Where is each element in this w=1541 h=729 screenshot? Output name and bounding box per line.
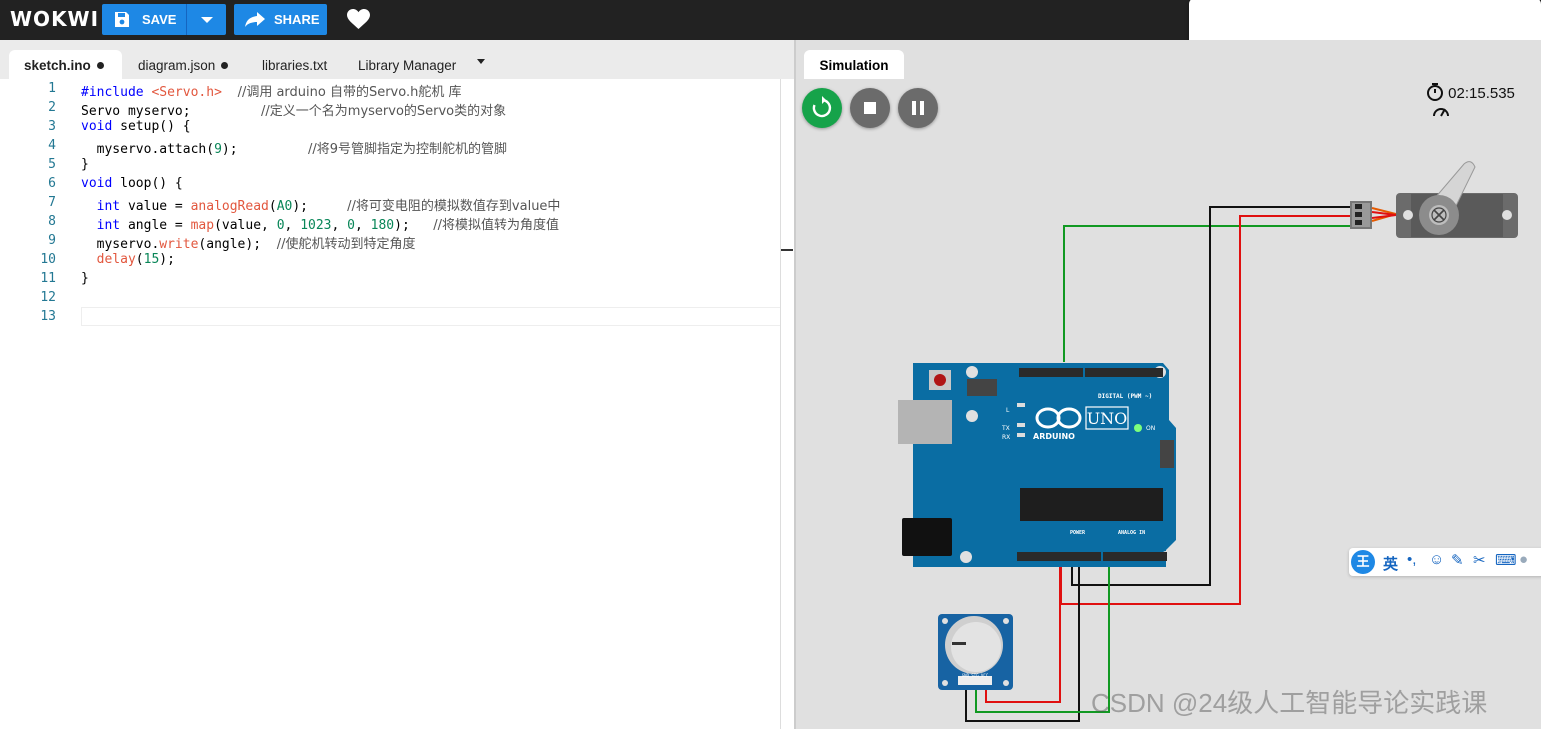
- share-arrow-icon: [245, 12, 265, 27]
- keyboard-icon[interactable]: ⌨: [1495, 551, 1517, 569]
- code-line[interactable]: void loop() {: [81, 176, 183, 191]
- heart-icon[interactable]: [347, 9, 370, 30]
- line-number: 7: [48, 195, 56, 210]
- potentiometer[interactable]: GND SIG VCC: [938, 614, 1013, 690]
- current-line-highlight: [81, 307, 793, 326]
- unsaved-dot-icon: [96, 62, 104, 69]
- tab-library-manager[interactable]: Library Manager: [358, 50, 468, 79]
- code-line[interactable]: #include <Servo.h> //调用 arduino 自带的Servo…: [81, 81, 461, 100]
- board-model-label: UNO: [1087, 409, 1128, 428]
- code-line[interactable]: delay(15);: [81, 252, 175, 267]
- line-number: 1: [48, 81, 56, 96]
- emoji-icon[interactable]: ☺: [1429, 551, 1444, 568]
- simulation-panel: Simulation 02:15.535 UNO ARDUINO DIGITAL…: [796, 40, 1541, 729]
- unsaved-dot-icon: [221, 62, 229, 69]
- code-line[interactable]: int value = analogRead(A0); //将可变电阻的模拟数值…: [81, 195, 561, 214]
- code-line[interactable]: Servo myservo; //定义一个名为myservo的Servo类的对象: [81, 100, 506, 119]
- tx-led-label: TX: [1001, 425, 1010, 432]
- editor-scrollbar[interactable]: [780, 79, 795, 729]
- wokwi-logo[interactable]: WOKWI: [10, 7, 99, 31]
- save-button[interactable]: SAVE: [102, 4, 226, 35]
- save-dropdown-button[interactable]: [186, 4, 226, 35]
- share-label: SHARE: [274, 12, 320, 27]
- share-button[interactable]: SHARE: [234, 4, 327, 35]
- ime-toolbar[interactable]: 王 英 •, ☺ ✎ ✂ ⌨ ●: [1349, 548, 1541, 576]
- tab-label: sketch.ino: [24, 58, 91, 73]
- digital-pins-label: DIGITAL (PWM ~): [1098, 393, 1152, 400]
- line-number: 10: [40, 252, 56, 267]
- code-line[interactable]: }: [81, 157, 89, 172]
- csdn-watermark: CSDN @24级人工智能导论实践课: [1091, 688, 1488, 718]
- user-icon[interactable]: ●: [1519, 551, 1528, 568]
- handwriting-icon[interactable]: ✎: [1451, 551, 1464, 569]
- code-line[interactable]: myservo.write(angle); //使舵机转动到特定角度: [81, 233, 416, 252]
- circuit-canvas[interactable]: UNO ARDUINO DIGITAL (PWM ~) POWER ANALOG…: [796, 40, 1541, 729]
- line-number: 2: [48, 100, 56, 115]
- line-number: 13: [40, 309, 56, 324]
- tab-libraries-txt[interactable]: libraries.txt: [262, 50, 342, 79]
- tab-sketch-ino[interactable]: sketch.ino: [9, 50, 122, 79]
- ime-language-toggle[interactable]: 英: [1383, 553, 1398, 574]
- save-label: SAVE: [142, 12, 177, 27]
- editor-tab-bar: sketch.ino diagram.json libraries.txt Li…: [0, 40, 795, 79]
- signal-wire[interactable]: [1063, 225, 1350, 362]
- line-number: 8: [48, 214, 56, 229]
- line-number: 5: [48, 157, 56, 172]
- board-logo-label: ARDUINO: [1033, 432, 1075, 441]
- arduino-uno-board[interactable]: UNO ARDUINO DIGITAL (PWM ~) POWER ANALOG…: [898, 363, 1176, 567]
- code-editor[interactable]: 1 2 3 4 5 6 7 8 9 10 11 12 13 #include <Servo.h> //调…: [0, 79, 793, 729]
- code-line[interactable]: myservo.attach(9); //将9号管脚指定为控制舵机的管脚: [81, 138, 507, 157]
- tab-diagram-json[interactable]: diagram.json: [138, 50, 248, 79]
- line-number: 3: [48, 119, 56, 134]
- tabs-menu-chevron-icon[interactable]: [477, 59, 485, 64]
- tab-label: diagram.json: [138, 58, 216, 73]
- panel-resize-handle[interactable]: [781, 249, 793, 251]
- punctuation-icon[interactable]: •,: [1407, 551, 1416, 568]
- scissors-icon[interactable]: ✂: [1473, 551, 1486, 569]
- line-number: 4: [48, 138, 56, 153]
- tab-label: libraries.txt: [262, 58, 328, 73]
- analog-pins-label: ANALOG IN: [1118, 530, 1145, 536]
- rx-led-label: RX: [1002, 434, 1010, 441]
- pot-pin-labels: GND SIG VCC: [962, 673, 989, 678]
- floppy-disk-icon: [115, 12, 129, 27]
- line-number: 12: [40, 290, 56, 305]
- ime-brand-icon[interactable]: 王: [1351, 550, 1375, 574]
- tab-label: Library Manager: [358, 58, 457, 73]
- line-number: 9: [48, 233, 56, 248]
- on-led-label: ON: [1146, 425, 1155, 432]
- code-line[interactable]: void setup() {: [81, 119, 191, 134]
- line-number: 11: [40, 271, 56, 286]
- code-line[interactable]: int angle = map(value, 0, 1023, 0, 180);…: [81, 214, 559, 233]
- line-number: 6: [48, 176, 56, 191]
- servo-motor[interactable]: [1350, 161, 1518, 238]
- power-pins-label: POWER: [1070, 530, 1086, 536]
- code-line[interactable]: }: [81, 271, 89, 286]
